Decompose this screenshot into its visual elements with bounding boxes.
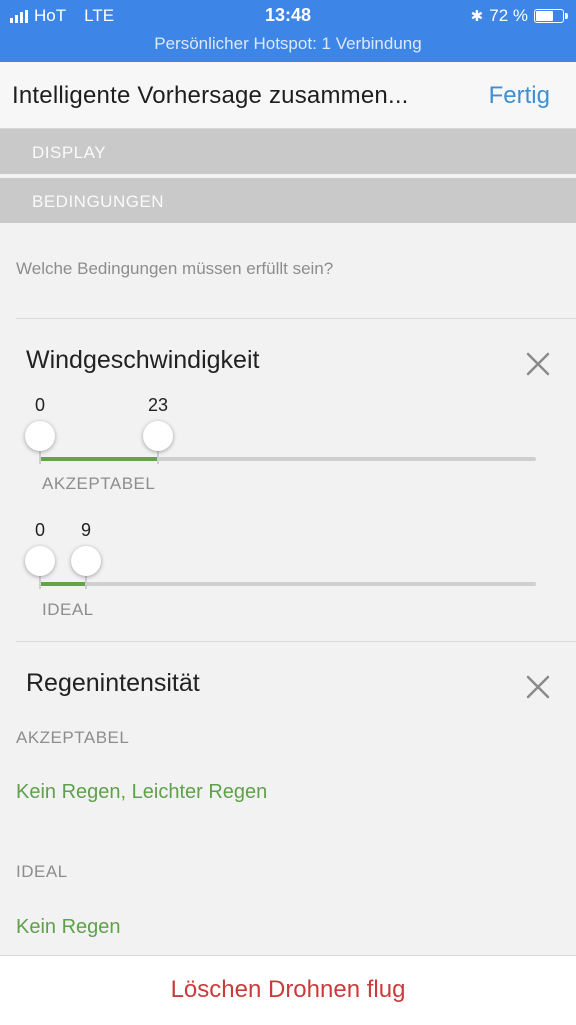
- slider-tick: [39, 450, 41, 464]
- battery-fill: [536, 11, 553, 21]
- wind-ideal-max-handle[interactable]: [71, 546, 101, 576]
- battery-percent: 72 %: [489, 6, 528, 25]
- wind-ideal-min-value: 0: [34, 520, 46, 540]
- wind-ideal-min-handle[interactable]: [25, 546, 55, 576]
- hotspot-banner[interactable]: Persönlicher Hotspot: 1 Verbindung: [0, 34, 576, 54]
- status-right: ✱ 72 %: [470, 6, 568, 26]
- remove-rain-condition-close-icon[interactable]: [524, 673, 552, 701]
- rain-acceptable-value[interactable]: Kein Regen, Leichter Regen: [16, 781, 267, 804]
- wind-ideal-max-value: 9: [80, 520, 92, 540]
- battery-icon: [534, 9, 568, 23]
- rain-intensity-title: Regenintensität: [26, 669, 200, 697]
- rain-acceptable-label: AKZEPTABEL: [16, 728, 130, 747]
- wind-speed-title: Windgeschwindigkeit: [26, 346, 260, 374]
- wind-ideal-range-fill: [40, 582, 86, 586]
- wind-acceptable-range-fill: [40, 457, 158, 461]
- done-button[interactable]: Fertig: [489, 82, 550, 110]
- delete-drone-flight-button[interactable]: Löschen Drohnen flug: [0, 976, 576, 1004]
- wind-acceptable-label: AKZEPTABEL: [42, 474, 156, 493]
- wind-ideal-label: IDEAL: [42, 600, 94, 619]
- slider-tick: [85, 575, 87, 589]
- wind-acceptable-min-handle[interactable]: [25, 421, 55, 451]
- remove-wind-condition-close-icon[interactable]: [524, 350, 552, 378]
- wind-acceptable-max-value: 23: [147, 395, 169, 415]
- wind-ideal-track[interactable]: [40, 582, 536, 586]
- bluetooth-icon: ✱: [470, 8, 484, 25]
- divider: [16, 318, 576, 319]
- wind-acceptable-max-handle[interactable]: [143, 421, 173, 451]
- slider-tick: [157, 450, 159, 464]
- page-title: Intelligente Vorhersage zusammen...: [12, 82, 409, 109]
- rain-ideal-value[interactable]: Kein Regen: [16, 916, 121, 939]
- wind-acceptable-min-value: 0: [34, 395, 46, 415]
- divider: [16, 641, 576, 642]
- section-header-conditions[interactable]: BEDINGUNGEN: [0, 178, 576, 223]
- bottom-bar: Löschen Drohnen flug: [0, 955, 576, 1025]
- conditions-question: Welche Bedingungen müssen erfüllt sein?: [16, 259, 334, 278]
- nav-bar: Intelligente Vorhersage zusammen... Fert…: [0, 62, 576, 129]
- rain-ideal-label: IDEAL: [16, 862, 68, 881]
- section-header-display[interactable]: DISPLAY: [0, 129, 576, 174]
- status-bar: HoT LTE 13:48 ✱ 72 % Persönlicher Hotspo…: [0, 0, 576, 62]
- slider-tick: [39, 575, 41, 589]
